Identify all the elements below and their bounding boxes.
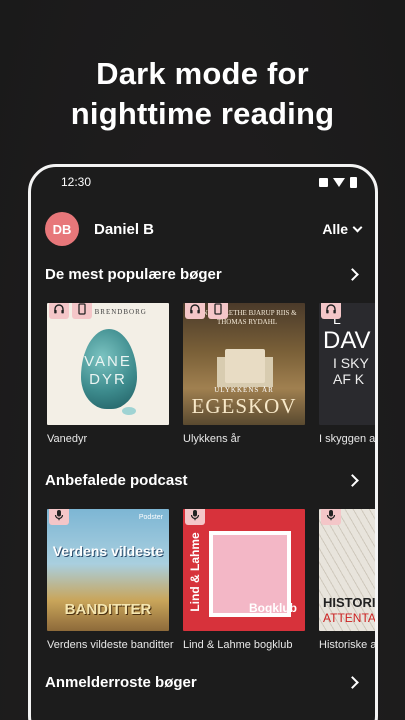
headline-line-2: nighttime reading [70, 96, 335, 131]
section-title: Anmelderroste bøger [45, 673, 197, 691]
phone-icon [72, 303, 92, 319]
status-bar: 12:30 [31, 167, 375, 197]
book-card-vanedyr[interactable]: S BRENDBORG VANE DYR Vanedyr [47, 303, 169, 445]
avatar[interactable]: DB [45, 212, 79, 246]
cover-title: EGESKOV [191, 394, 297, 418]
cover-title-line-2: ATTENTA [323, 611, 376, 625]
cover-title-line-2: BANDITTER [64, 601, 152, 618]
cover-title-line-1: I SKY [333, 355, 369, 371]
cover-title-line-2: Bogklub [249, 601, 297, 615]
section-header-popular[interactable]: De mest populære bøger [31, 257, 375, 291]
phone-icon [208, 303, 228, 319]
podcast-title: Historiske a [319, 639, 377, 651]
headphones-icon [185, 303, 205, 319]
headphones-icon [49, 303, 69, 319]
status-time: 12:30 [61, 175, 92, 189]
cover-title-line-1: VANE [84, 353, 132, 370]
book-cover[interactable]: L DAV I SKY AF K [319, 303, 375, 425]
battery-icon [350, 176, 357, 188]
microphone-icon [49, 509, 69, 525]
podcast-cover[interactable]: HISTORI ATTENTA [319, 509, 376, 631]
cover-title-line-2: AF K [333, 371, 365, 387]
book-cover[interactable]: S BRENDBORG VANE DYR [47, 303, 169, 425]
cover-title-line-2: DYR [89, 371, 127, 388]
status-icons [319, 176, 357, 188]
phone-frame: 12:30 DB Daniel B Alle De mest populære … [28, 164, 378, 720]
chevron-down-icon [352, 222, 363, 232]
podcast-card-historiske[interactable]: HISTORI ATTENTA Historiske a [319, 509, 377, 651]
podcast-title: Lind & Lahme bogklub [183, 639, 293, 651]
profile-header: DB Daniel B Alle [31, 201, 375, 257]
headphones-icon [321, 303, 341, 319]
book-card-i-skyggen-af[interactable]: L DAV I SKY AF K I skyggen af [319, 303, 378, 445]
cover-author: DAV [323, 327, 371, 354]
section-title: De mest populære bøger [45, 265, 222, 283]
filter-dropdown[interactable]: Alle [322, 221, 363, 237]
book-title: Vanedyr [47, 433, 88, 445]
podcast-card-banditter[interactable]: Podster Verdens vildeste BANDITTER Verde… [47, 509, 174, 651]
format-badges [185, 509, 205, 525]
popular-books-row: S BRENDBORG VANE DYR Vanedyr ANNE-GRETHE… [31, 303, 375, 445]
chevron-right-icon[interactable] [346, 267, 359, 281]
headline-line-1: Dark mode for [96, 56, 309, 91]
section-title: Anbefalede podcast [45, 471, 188, 489]
book-title: I skyggen af [319, 433, 378, 445]
cover-publisher: Podster [138, 514, 163, 521]
section-header-podcasts[interactable]: Anbefalede podcast [31, 463, 375, 497]
notification-icon [319, 177, 328, 187]
format-badges [49, 509, 69, 525]
format-badges [185, 303, 228, 319]
section-header-reviewed[interactable]: Anmelderroste bøger [31, 665, 375, 699]
cover-subtitle: ULYKKENS ÅR [214, 386, 274, 394]
podcast-card-lind-lahme[interactable]: Lind & Lahme Bogklub Lind & Lahme bogklu… [183, 509, 305, 651]
microphone-icon [321, 509, 341, 525]
format-badges [321, 303, 341, 319]
cover-title-line-1: HISTORI [323, 595, 376, 610]
wifi-icon [333, 177, 345, 187]
podcast-cover[interactable]: Lind & Lahme Bogklub [183, 509, 305, 631]
cover-title-line-1: Lind & Lahme [188, 532, 202, 612]
format-badges [321, 509, 341, 525]
podcasts-row: Podster Verdens vildeste BANDITTER Verde… [31, 509, 375, 651]
chevron-right-icon[interactable] [346, 675, 359, 689]
format-badges [49, 303, 92, 319]
castle-graphic [225, 349, 265, 383]
profile-name[interactable]: Daniel B [94, 221, 322, 238]
promo-headline: Dark mode for nighttime reading [0, 54, 405, 134]
podcast-cover[interactable]: Podster Verdens vildeste BANDITTER [47, 509, 169, 631]
pebble-graphic [122, 407, 136, 415]
book-cover[interactable]: ANNE-GRETHE BJARUP RIIS & THOMAS RYDAHL … [183, 303, 305, 425]
cover-author: S BRENDBORG [87, 308, 147, 316]
podcast-title: Verdens vildeste banditter [47, 639, 174, 651]
chevron-right-icon[interactable] [346, 473, 359, 487]
book-card-ulykkens-ar[interactable]: ANNE-GRETHE BJARUP RIIS & THOMAS RYDAHL … [183, 303, 305, 445]
cover-title-line-1: Verdens vildeste [52, 543, 164, 559]
filter-label: Alle [322, 221, 348, 237]
microphone-icon [185, 509, 205, 525]
book-title: Ulykkens år [183, 433, 241, 445]
